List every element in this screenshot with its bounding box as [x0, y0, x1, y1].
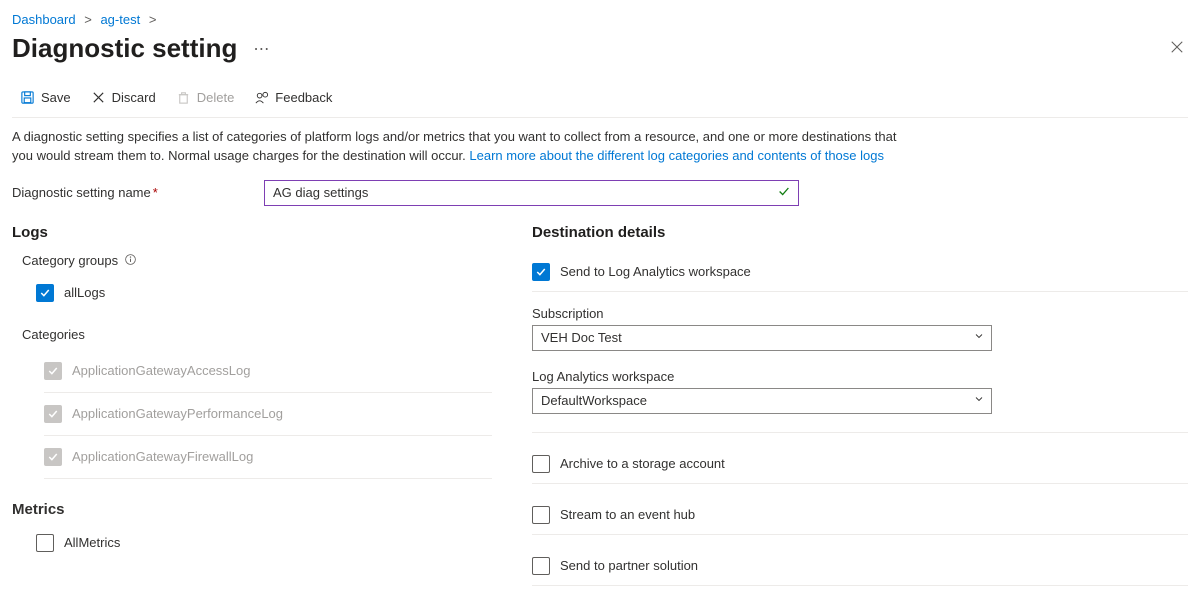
save-icon — [20, 90, 35, 105]
name-field-row: Diagnostic setting name* — [12, 180, 1188, 206]
category-label: ApplicationGatewayFirewallLog — [72, 449, 253, 464]
category-groups-text: Category groups — [22, 253, 118, 268]
workspace-select[interactable]: DefaultWorkspace — [532, 388, 992, 414]
alllogs-row: allLogs — [36, 277, 492, 309]
info-icon[interactable] — [124, 253, 137, 269]
save-label: Save — [41, 90, 71, 105]
archive-row: Archive to a storage account — [532, 433, 1188, 484]
subscription-field: Subscription VEH Doc Test — [532, 292, 1188, 355]
category-checkbox — [44, 405, 62, 423]
chevron-down-icon — [973, 393, 985, 408]
check-icon — [777, 184, 791, 201]
allmetrics-row: AllMetrics — [36, 528, 492, 558]
feedback-icon — [254, 90, 269, 105]
send-log-analytics-row: Send to Log Analytics workspace — [532, 253, 1188, 291]
logs-column: Logs Category groups allLogs Categories … — [12, 224, 492, 586]
page-title: Diagnostic setting — [12, 33, 237, 64]
archive-label: Archive to a storage account — [560, 456, 725, 471]
alllogs-checkbox[interactable] — [36, 284, 54, 302]
discard-icon — [91, 90, 106, 105]
breadcrumb-sep-end: > — [149, 12, 157, 27]
subscription-label: Subscription — [532, 306, 1188, 321]
intro-text: A diagnostic setting specifies a list of… — [12, 118, 912, 180]
delete-button: Delete — [168, 86, 243, 109]
category-checkbox — [44, 362, 62, 380]
send-log-analytics-checkbox[interactable] — [532, 263, 550, 281]
partner-checkbox[interactable] — [532, 557, 550, 575]
delete-label: Delete — [197, 90, 235, 105]
save-button[interactable]: Save — [12, 86, 79, 109]
page-title-wrap: Diagnostic setting ⋯ — [12, 33, 273, 64]
workspace-value: DefaultWorkspace — [541, 393, 647, 408]
archive-checkbox[interactable] — [532, 455, 550, 473]
close-icon — [1170, 40, 1184, 54]
workspace-field: Log Analytics workspace DefaultWorkspace — [532, 355, 1188, 433]
name-field-label-wrap: Diagnostic setting name* — [12, 185, 252, 200]
subscription-select[interactable]: VEH Doc Test — [532, 325, 992, 351]
diagnostic-name-input[interactable] — [264, 180, 799, 206]
subscription-value: VEH Doc Test — [541, 330, 622, 345]
stream-label: Stream to an event hub — [560, 507, 695, 522]
discard-button[interactable]: Discard — [83, 86, 164, 109]
feedback-label: Feedback — [275, 90, 332, 105]
category-label: ApplicationGatewayPerformanceLog — [72, 406, 283, 421]
category-row-performancelog: ApplicationGatewayPerformanceLog — [44, 393, 492, 436]
close-button[interactable] — [1166, 34, 1188, 63]
logs-heading: Logs — [12, 224, 492, 241]
name-field-label: Diagnostic setting name — [12, 185, 151, 200]
delete-icon — [176, 90, 191, 105]
chevron-down-icon — [973, 330, 985, 345]
partner-label: Send to partner solution — [560, 558, 698, 573]
alllogs-label: allLogs — [64, 285, 105, 300]
allmetrics-label: AllMetrics — [64, 535, 120, 550]
destination-heading: Destination details — [532, 224, 1188, 241]
category-label: ApplicationGatewayAccessLog — [72, 363, 251, 378]
more-actions-button[interactable]: ⋯ — [249, 39, 273, 59]
breadcrumb-sep: > — [84, 12, 92, 27]
breadcrumb: Dashboard > ag-test > — [12, 8, 1188, 33]
stream-checkbox[interactable] — [532, 506, 550, 524]
categories-label: Categories — [22, 327, 492, 342]
workspace-label: Log Analytics workspace — [532, 369, 1188, 384]
discard-label: Discard — [112, 90, 156, 105]
category-row-firewalllog: ApplicationGatewayFirewallLog — [44, 436, 492, 479]
command-bar: Save Discard Delete Feedback — [12, 64, 1188, 118]
breadcrumb-ag-test[interactable]: ag-test — [100, 12, 140, 27]
category-checkbox — [44, 448, 62, 466]
metrics-heading: Metrics — [12, 501, 492, 518]
stream-row: Stream to an event hub — [532, 484, 1188, 535]
breadcrumb-dashboard[interactable]: Dashboard — [12, 12, 76, 27]
send-log-analytics-label: Send to Log Analytics workspace — [560, 264, 751, 279]
feedback-button[interactable]: Feedback — [246, 86, 340, 109]
partner-row: Send to partner solution — [532, 535, 1188, 586]
allmetrics-checkbox[interactable] — [36, 534, 54, 552]
destination-column: Destination details Send to Log Analytic… — [532, 224, 1188, 586]
category-row-accesslog: ApplicationGatewayAccessLog — [44, 350, 492, 393]
category-groups-label: Category groups — [22, 253, 492, 269]
required-star: * — [153, 185, 158, 200]
learn-more-link[interactable]: Learn more about the different log categ… — [469, 148, 884, 163]
